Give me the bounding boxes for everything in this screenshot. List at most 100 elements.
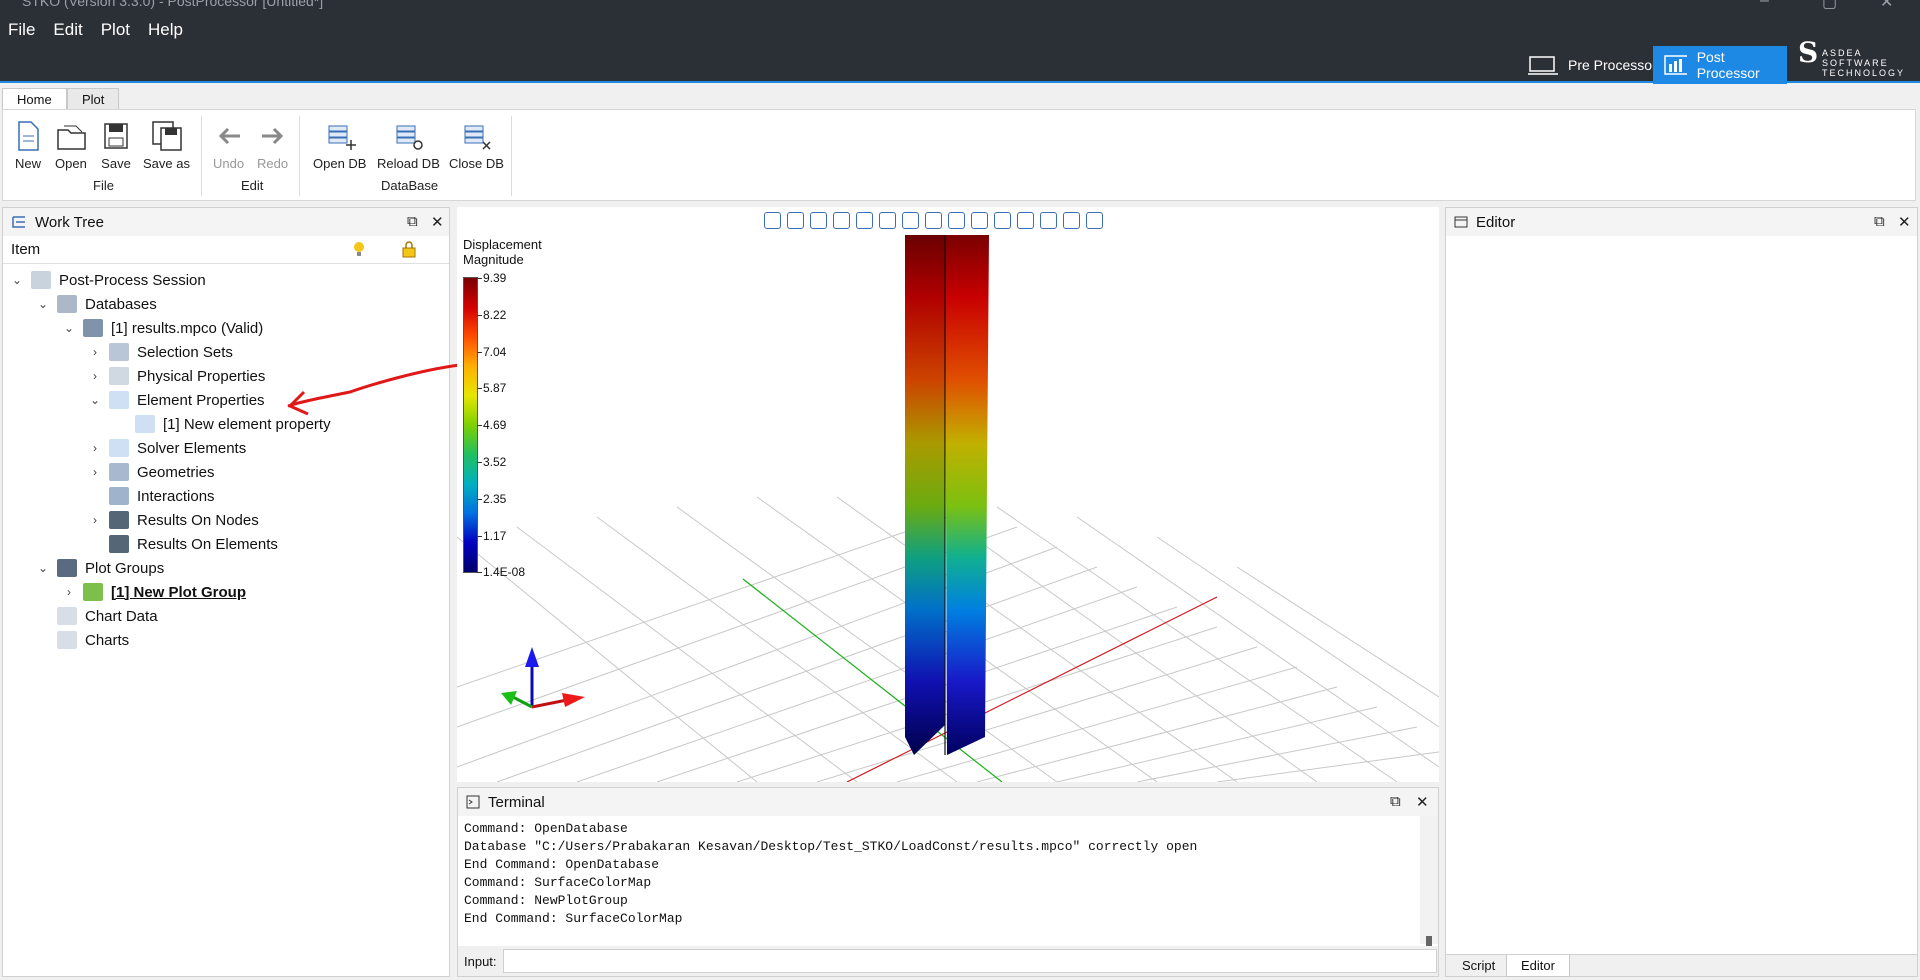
tab-home[interactable]: Home <box>2 88 67 110</box>
tab-editor[interactable]: Editor <box>1506 955 1570 977</box>
menu-help[interactable]: Help <box>148 20 183 40</box>
open-db-button[interactable]: Open DB <box>313 120 366 171</box>
session-icon <box>31 271 51 289</box>
chevron-right-icon[interactable]: › <box>61 585 77 599</box>
tree-node-label: Databases <box>85 295 157 313</box>
close-window-icon[interactable]: ✕ <box>1880 0 1893 10</box>
close-panel-icon[interactable]: ✕ <box>1898 213 1911 231</box>
tree-node[interactable]: ⌄ Element Properties <box>87 388 265 412</box>
chevron-down-icon[interactable]: ⌄ <box>35 561 51 575</box>
tree-node[interactable]: ⌄ Post-Process Session <box>9 268 206 292</box>
tree-node-label: Results On Nodes <box>137 511 259 529</box>
reload-db-label: Reload DB <box>377 156 440 171</box>
tab-plot[interactable]: Plot <box>67 88 120 110</box>
tree-node[interactable]: ⌄ [1] results.mpco (Valid) <box>61 316 263 340</box>
close-panel-icon[interactable]: ✕ <box>431 213 444 231</box>
legend-title: Displacement Magnitude <box>463 237 542 267</box>
tree-node[interactable]: ⌄ Databases <box>35 292 157 316</box>
chevron-down-icon[interactable]: ⌄ <box>87 393 103 407</box>
menu-file[interactable]: File <box>8 20 35 40</box>
close-panel-icon[interactable]: ✕ <box>1416 793 1429 811</box>
tree-node-label: Physical Properties <box>137 367 266 385</box>
terminal-line: End Command: SurfaceColorMap <box>464 911 683 926</box>
post-processor-button[interactable]: Post Processor <box>1653 46 1787 84</box>
plot-groups-icon <box>57 559 77 577</box>
open-label: Open <box>55 156 87 171</box>
undo-arrow-icon <box>214 120 244 152</box>
element-properties-icon <box>109 391 129 409</box>
post-processor-label: Post Processor <box>1696 49 1760 81</box>
terminal-line: Command: OpenDatabase <box>464 821 628 836</box>
physical-properties-icon <box>109 367 129 385</box>
terminal-scrollbar[interactable] <box>1420 816 1438 958</box>
reload-db-button[interactable]: Reload DB <box>377 120 440 171</box>
chevron-right-icon[interactable]: › <box>87 465 103 479</box>
lock-icon[interactable] <box>401 240 417 262</box>
save-as-icon <box>151 120 183 152</box>
tree-node[interactable]: Charts <box>51 628 129 652</box>
tab-script[interactable]: Script <box>1448 955 1509 977</box>
logo-line1: ASDEA <box>1822 48 1863 58</box>
tree-node[interactable]: › Selection Sets <box>87 340 233 364</box>
tree-node-label: Element Properties <box>137 391 265 409</box>
asdea-logo: S ASDEA SOFTWARE TECHNOLOGY <box>1798 36 1906 79</box>
new-button[interactable]: New <box>13 120 43 171</box>
save-button[interactable]: Save <box>101 120 131 171</box>
editor-tabs: Script Editor <box>1446 954 1917 977</box>
chevron-down-icon[interactable]: ⌄ <box>9 273 25 287</box>
axis-triad <box>501 647 585 709</box>
work-tree-title: Work Tree <box>35 213 104 231</box>
3d-viewport[interactable]: Displacement Magnitude 9.39 8.22 7.04 5.… <box>457 207 1439 782</box>
file-group-label: File <box>93 178 114 193</box>
tree-node[interactable]: Interactions <box>103 484 215 508</box>
redo-label: Redo <box>257 156 289 171</box>
terminal-line: End Command: OpenDatabase <box>464 857 660 872</box>
edit-group-label: Edit <box>241 178 264 193</box>
tree-node[interactable]: › Solver Elements <box>87 436 246 460</box>
float-panel-icon[interactable]: ⧉ <box>407 213 418 230</box>
chevron-right-icon[interactable]: › <box>87 441 103 455</box>
legend-tick: 2.35 <box>476 492 507 506</box>
editor-header: Editor ⧉ ✕ <box>1446 208 1917 236</box>
menu-plot[interactable]: Plot <box>101 20 130 40</box>
work-tree-header: Work Tree ⧉ ✕ <box>3 208 449 236</box>
terminal-line: Command: SurfaceColorMap <box>464 875 652 890</box>
tree-node[interactable]: › Physical Properties <box>87 364 265 388</box>
tree-node[interactable]: › [1] New Plot Group <box>61 580 246 604</box>
terminal-header: Terminal ⧉ ✕ <box>458 788 1438 816</box>
editor-title: Editor <box>1476 213 1516 231</box>
save-as-button[interactable]: Save as <box>143 120 190 171</box>
pre-processor-button[interactable]: Pre Processor <box>1518 46 1667 84</box>
tree-column-header: Item <box>3 236 449 264</box>
minimize-icon[interactable]: – <box>1760 0 1769 10</box>
tree-node[interactable]: ⌄ Plot Groups <box>35 556 164 580</box>
maximize-icon[interactable]: ▢ <box>1822 0 1837 10</box>
redo-arrow-icon <box>258 120 288 152</box>
model-render <box>457 235 1439 782</box>
chevron-right-icon[interactable]: › <box>87 513 103 527</box>
legend-title-line2: Magnitude <box>463 252 524 267</box>
tree-icon <box>12 216 25 228</box>
logo-line3: TECHNOLOGY <box>1822 68 1906 78</box>
databases-icon <box>57 295 77 313</box>
close-db-button[interactable]: Close DB <box>449 120 504 171</box>
tree-node-label: Charts <box>85 631 130 649</box>
tree-node[interactable]: › Results On Nodes <box>87 508 259 532</box>
lightbulb-icon[interactable] <box>351 240 367 262</box>
terminal-input[interactable] <box>502 949 1437 973</box>
tree-node[interactable]: › Geometries <box>87 460 215 484</box>
chevron-down-icon[interactable]: ⌄ <box>61 321 77 335</box>
legend-tick: 1.17 <box>476 529 507 543</box>
chevron-right-icon[interactable]: › <box>87 369 103 383</box>
tree-node[interactable]: Results On Elements <box>103 532 278 556</box>
float-panel-icon[interactable]: ⧉ <box>1874 213 1885 230</box>
selection-sets-icon <box>109 343 129 361</box>
chevron-right-icon[interactable]: › <box>87 345 103 359</box>
undo-button[interactable]: Undo <box>213 120 244 171</box>
chevron-down-icon[interactable]: ⌄ <box>35 297 51 311</box>
tree-node[interactable]: Chart Data <box>51 604 158 628</box>
open-button[interactable]: Open <box>55 120 87 171</box>
redo-button[interactable]: Redo <box>257 120 288 171</box>
menu-edit[interactable]: Edit <box>53 20 82 40</box>
float-panel-icon[interactable]: ⧉ <box>1390 793 1401 810</box>
